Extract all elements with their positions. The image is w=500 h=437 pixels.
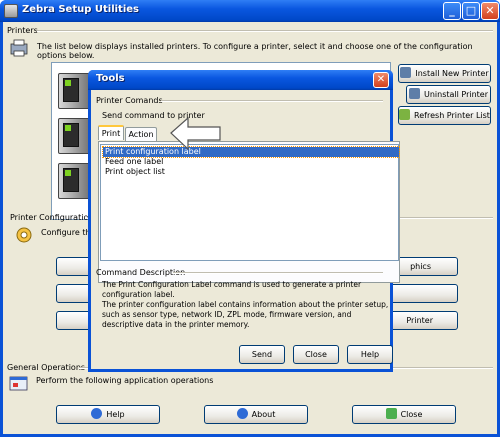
printer-remove-icon bbox=[408, 88, 420, 99]
about-button[interactable]: About bbox=[204, 405, 308, 424]
help-button[interactable]: Help bbox=[56, 405, 160, 424]
command-item[interactable]: Feed one label bbox=[103, 157, 165, 167]
printer-commands-divider bbox=[161, 100, 383, 102]
close-window-button[interactable]: ✕ bbox=[481, 2, 499, 20]
about-button-label: About bbox=[251, 410, 276, 419]
maximize-button[interactable]: □ bbox=[462, 2, 480, 20]
install-button-label: Install New Printer bbox=[415, 69, 489, 78]
send-button[interactable]: Send bbox=[239, 345, 285, 364]
refresh-button-label: Refresh Printer List bbox=[414, 111, 490, 120]
tab-print[interactable]: Print bbox=[98, 125, 124, 140]
help-button-label: Help bbox=[106, 410, 125, 419]
command-list[interactable]: Print configuration label Feed one label… bbox=[100, 144, 400, 261]
uninstall-printer-button[interactable]: Uninstall Printer bbox=[406, 85, 491, 104]
close-button[interactable]: Close bbox=[352, 405, 456, 424]
minimize-button[interactable]: _ bbox=[443, 2, 461, 20]
help-icon bbox=[91, 408, 103, 419]
printers-group-divider bbox=[37, 30, 493, 32]
description-line-1: The Print Configuration Label command is… bbox=[102, 280, 362, 299]
config-button-5[interactable] bbox=[388, 284, 458, 303]
info-icon bbox=[236, 408, 248, 419]
printers-description: The list below displays installed printe… bbox=[37, 42, 473, 60]
command-description-divider bbox=[173, 272, 383, 274]
command-item[interactable]: Print object list bbox=[103, 167, 167, 177]
uninstall-button-label: Uninstall Printer bbox=[423, 90, 489, 99]
dialog-client: Printer Comands Send command to printer … bbox=[91, 90, 400, 369]
tools-dialog: Tools ✕ Printer Comands Send command to … bbox=[88, 70, 400, 372]
refresh-printer-list-button[interactable]: Refresh Printer List bbox=[398, 106, 491, 125]
pointer-arrow-icon bbox=[170, 116, 221, 151]
printer-commands-label: Printer Comands bbox=[96, 96, 163, 105]
exit-door-icon bbox=[385, 408, 397, 419]
printers-icon bbox=[10, 39, 28, 57]
command-description-text: The Print Configuration Label command is… bbox=[102, 280, 392, 330]
general-group-label: General Operations bbox=[7, 363, 86, 372]
command-description-label: Command Description bbox=[96, 268, 186, 277]
refresh-icon bbox=[399, 109, 411, 120]
dialog-help-button[interactable]: Help bbox=[347, 345, 393, 364]
operations-icon bbox=[9, 376, 28, 391]
general-description: Perform the following application operat… bbox=[36, 376, 214, 385]
config-group-label: Printer Configuration bbox=[10, 213, 94, 222]
dialog-close-button[interactable]: ✕ bbox=[373, 72, 389, 88]
app-icon bbox=[4, 4, 18, 18]
printers-group-label: Printers bbox=[7, 26, 38, 35]
printer-add-icon bbox=[400, 67, 412, 78]
dialog-close-action-button[interactable]: Close bbox=[293, 345, 339, 364]
main-titlebar[interactable]: Zebra Setup Utilities _ □ ✕ bbox=[0, 0, 500, 22]
install-new-printer-button[interactable]: Install New Printer bbox=[398, 64, 491, 83]
description-line-2: The printer configuration label contains… bbox=[102, 300, 389, 329]
tab-action[interactable]: Action bbox=[125, 127, 157, 142]
dialog-titlebar[interactable]: Tools ✕ bbox=[88, 70, 393, 90]
config-printer-button[interactable]: Printer bbox=[388, 311, 458, 330]
close-button-label: Close bbox=[400, 410, 423, 419]
window-title: Zebra Setup Utilities bbox=[22, 4, 140, 15]
dialog-title: Tools bbox=[96, 73, 125, 84]
configuration-icon bbox=[16, 227, 32, 243]
command-item[interactable]: Print configuration label bbox=[102, 146, 400, 158]
